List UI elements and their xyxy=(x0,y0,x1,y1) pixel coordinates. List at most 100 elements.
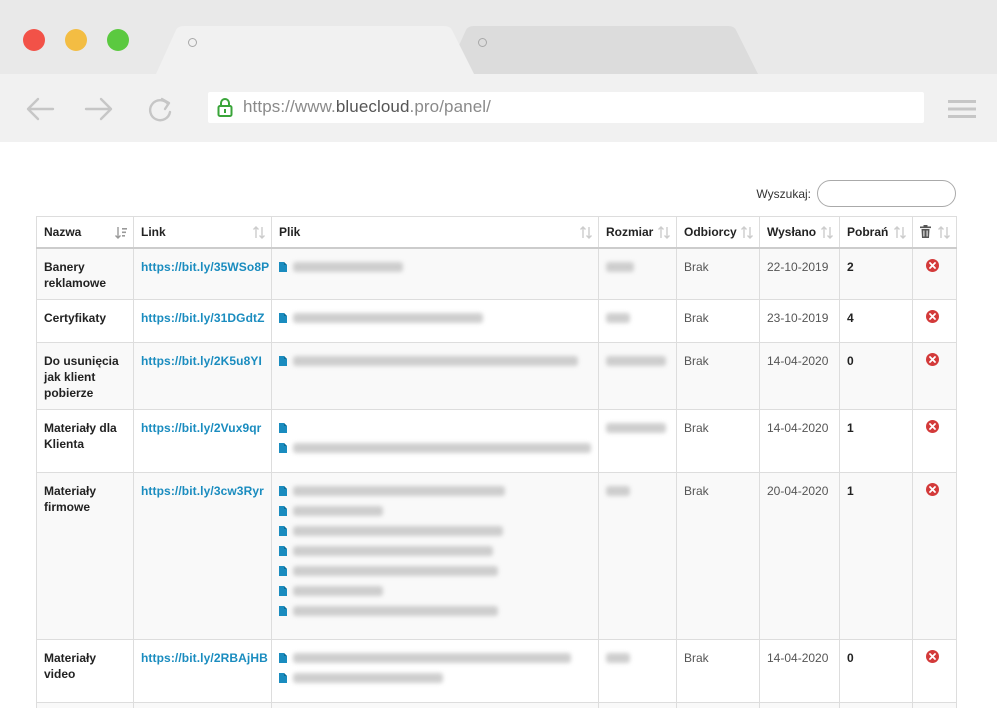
column-header-delete[interactable] xyxy=(912,216,957,249)
share-link[interactable]: https://bit.ly/35WSo8P xyxy=(141,260,269,274)
share-link[interactable]: https://bit.ly/31DGdtZ xyxy=(141,311,265,325)
file-icon xyxy=(279,605,287,616)
cell-link: https://bit.ly/3cw3Ryr xyxy=(133,471,272,640)
cell-delete xyxy=(912,471,957,640)
cell-files xyxy=(271,298,599,343)
file-entry[interactable] xyxy=(279,601,591,621)
file-entry[interactable] xyxy=(279,257,591,277)
file-entry[interactable] xyxy=(279,481,591,501)
cell-sent: 20-04-2020 xyxy=(759,471,840,640)
file-entry[interactable] xyxy=(279,308,591,328)
redacted-filename xyxy=(293,261,403,272)
sent-date: 14-04-2020 xyxy=(767,650,829,665)
cell-recipients: Brak xyxy=(676,341,760,410)
share-link[interactable]: https://bit.ly/2RBAjHB xyxy=(141,651,268,665)
sort-icon[interactable] xyxy=(938,226,950,239)
column-header-label: Odbiorcy xyxy=(684,224,737,239)
folder-name: Certyfikaty xyxy=(44,310,107,325)
delete-icon[interactable] xyxy=(926,309,939,323)
search-label: Wyszukaj: xyxy=(756,186,811,201)
file-icon xyxy=(279,505,287,516)
delete-icon[interactable] xyxy=(926,649,939,663)
column-header-sent[interactable]: Wysłano xyxy=(759,216,840,249)
folder-name: Materiały firmowe xyxy=(44,483,97,514)
sort-icon[interactable] xyxy=(253,226,265,239)
tab-favicon-icon xyxy=(188,38,197,47)
address-bar[interactable]: https://www.bluecloud.pro/panel/ xyxy=(208,92,924,123)
downloads-count: 0 xyxy=(847,650,854,665)
file-entry[interactable] xyxy=(279,501,591,521)
column-header-name[interactable]: Nazwa xyxy=(36,216,134,249)
file-entry[interactable] xyxy=(279,668,591,688)
minimize-window-button[interactable] xyxy=(65,29,87,51)
url-path: .pro/panel/ xyxy=(409,97,491,116)
file-icon xyxy=(279,525,287,536)
tab-favicon-icon xyxy=(478,38,487,47)
search-input[interactable] xyxy=(817,180,956,207)
reload-icon[interactable] xyxy=(145,96,177,122)
column-header-label: Plik xyxy=(279,224,301,239)
cell-sent: 23-10-2019 xyxy=(759,298,840,343)
cell-delete xyxy=(912,408,957,473)
delete-icon[interactable] xyxy=(926,419,939,433)
column-header-label: Link xyxy=(141,224,166,239)
cell-sent xyxy=(759,701,840,708)
maximize-window-button[interactable] xyxy=(107,29,129,51)
sort-icon[interactable] xyxy=(580,226,592,239)
cell-files xyxy=(271,408,599,473)
cell-recipients: Brak xyxy=(676,298,760,343)
sort-icon[interactable] xyxy=(821,226,833,239)
column-header-downloads[interactable]: Pobrań xyxy=(839,216,913,249)
sort-icon[interactable] xyxy=(658,226,670,239)
sort-icon[interactable] xyxy=(741,226,753,239)
folder-name: Do usunięcia jak klient pobierze xyxy=(44,353,119,400)
url-text: https://www.bluecloud.pro/panel/ xyxy=(243,97,491,117)
column-header-file[interactable]: Plik xyxy=(271,216,599,249)
file-icon xyxy=(279,355,287,366)
cell-sent: 14-04-2020 xyxy=(759,341,840,410)
close-window-button[interactable] xyxy=(23,29,45,51)
file-entry[interactable] xyxy=(279,438,591,458)
cell-size xyxy=(598,471,677,640)
file-entry[interactable] xyxy=(279,521,591,541)
file-entry[interactable] xyxy=(279,541,591,561)
cell-name: Do usunięcia jak klient pobierze xyxy=(36,341,134,410)
file-entry[interactable] xyxy=(279,561,591,581)
cell-files xyxy=(271,247,599,300)
column-header-label: Rozmiar xyxy=(606,224,654,239)
file-entry[interactable] xyxy=(279,418,591,438)
cell-size xyxy=(598,247,677,300)
redacted-size xyxy=(606,422,666,433)
share-link[interactable]: https://bit.ly/2Vux9qr xyxy=(141,421,261,435)
file-icon xyxy=(279,422,287,433)
delete-icon[interactable] xyxy=(926,258,939,272)
hamburger-menu-icon[interactable] xyxy=(948,99,976,119)
column-header-size[interactable]: Rozmiar xyxy=(598,216,677,249)
sort-icon[interactable] xyxy=(894,226,906,239)
sent-date: 23-10-2019 xyxy=(767,310,829,325)
file-entry[interactable] xyxy=(279,648,591,668)
file-icon xyxy=(279,442,287,453)
file-entry[interactable] xyxy=(279,581,591,601)
file-icon xyxy=(279,312,287,323)
share-link[interactable]: https://bit.ly/3cw3Ryr xyxy=(141,484,264,498)
sort-asc-icon[interactable] xyxy=(115,226,127,239)
share-link[interactable]: https://bit.ly/2K5u8YI xyxy=(141,354,262,368)
folder-name: Banery reklamowe xyxy=(44,259,107,290)
downloads-count: 1 xyxy=(847,420,854,435)
browser-tab-active[interactable] xyxy=(156,26,474,74)
delete-icon[interactable] xyxy=(926,352,939,366)
back-arrow-icon[interactable] xyxy=(24,96,56,122)
table-row: Certyfikaty https://bit.ly/31DGdtZ Brak 23-… xyxy=(36,298,957,343)
table-row xyxy=(36,701,957,708)
file-icon xyxy=(279,261,287,272)
delete-icon[interactable] xyxy=(926,482,939,496)
forward-arrow-icon[interactable] xyxy=(83,96,115,122)
file-entry[interactable] xyxy=(279,351,591,371)
column-header-link[interactable]: Link xyxy=(133,216,272,249)
browser-tab-2[interactable] xyxy=(446,26,758,74)
column-header-label: Wysłano xyxy=(767,224,817,239)
column-header-recipients[interactable]: Odbiorcy xyxy=(676,216,760,249)
cell-downloads: 1 xyxy=(839,471,913,640)
file-icon xyxy=(279,485,287,496)
